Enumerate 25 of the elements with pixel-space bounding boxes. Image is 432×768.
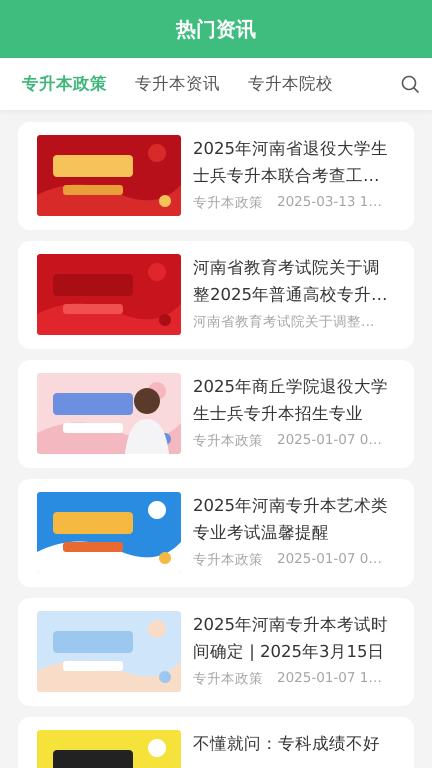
article-meta: 专升本政策 (193, 194, 263, 212)
article-card[interactable]: 2025年河南省退役大学生士兵专升本联合考查工… 专升本政策 2025-03-13 1… (18, 122, 414, 230)
article-card[interactable]: 2025年河南专升本考试时间确定 | 2025年3月15日 专升本政策 2025-01-07 1… (18, 598, 414, 706)
article-title: 2025年河南专升本艺术类专业考试温馨提醒 (193, 495, 389, 544)
article-meta: 2025-01-07 0… (277, 551, 382, 569)
article-meta: 2025-01-07 0… (277, 432, 382, 450)
page-title: 热门资讯 (176, 16, 256, 42)
article-title: 2025年河南专升本考试时间确定 | 2025年3月15日 (193, 614, 389, 663)
article-title: 2025年商丘学院退役大学生士兵专升本招生专业 (193, 376, 389, 425)
article-title: 2025年河南省退役大学生士兵专升本联合考查工… (193, 138, 389, 187)
article-meta: 专升本政策 (193, 551, 263, 569)
category-tab[interactable]: 专升本资讯 (123, 67, 232, 101)
article-meta: 专升本政策 (193, 432, 263, 450)
category-tab[interactable]: 专升本院校 (236, 67, 345, 101)
article-title: 河南省教育考试院关于调整2025年普通高校专升… (193, 257, 388, 306)
article-card[interactable]: 2025年商丘学院退役大学生士兵专升本招生专业 专升本政策 2025-01-07 0… (18, 360, 414, 468)
article-card[interactable]: 2025年河南专升本艺术类专业考试温馨提醒 专升本政策 2025-01-07 0… (18, 479, 414, 587)
search-icon[interactable] (400, 74, 420, 94)
article-meta: 2025-01-07 1… (277, 670, 382, 688)
article-card[interactable]: 河南省教育考试院关于调整2025年普通高校专升… 河南省教育考试院关于调整… (18, 241, 414, 349)
article-card[interactable]: 不懂就问：专科成绩不好 (18, 717, 414, 768)
article-meta: 2025-03-13 1… (277, 194, 382, 212)
article-meta: 河南省教育考试院关于调整… (193, 313, 374, 331)
article-title: 不懂就问：专科成绩不好 (193, 733, 381, 755)
article-meta: 专升本政策 (193, 670, 263, 688)
